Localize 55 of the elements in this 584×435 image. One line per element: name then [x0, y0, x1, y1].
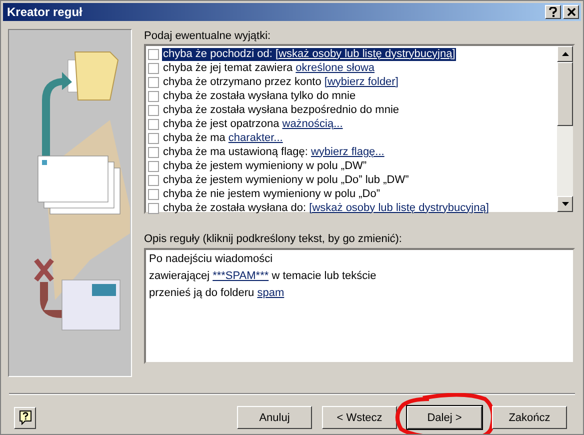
exception-link[interactable]: wybierz flagę...	[310, 146, 384, 158]
question-mark-icon	[549, 7, 557, 17]
exception-item[interactable]: chyba że otrzymano przez konto [wybierz folder]	[162, 76, 400, 88]
exception-item[interactable]: chyba że pochodzi od: [wskaż osoby lub listę dystrybucyjną]	[162, 48, 456, 60]
exception-link[interactable]: ważnością...	[282, 118, 343, 130]
exception-item[interactable]: chyba że jestem wymieniony w polu „DW”	[162, 160, 368, 172]
rule-link[interactable]: spam	[257, 287, 284, 299]
exception-item[interactable]: chyba że jej temat zawiera określone słowa	[162, 62, 376, 74]
scroll-down-button[interactable]	[557, 196, 573, 212]
wizard-button[interactable]: Dalej >	[407, 406, 482, 429]
rule-link[interactable]: ***SPAM***	[212, 270, 269, 282]
exception-item[interactable]: chyba że została wysłana do: [wskaż osoby lub listę dystrybucyjną]	[162, 202, 490, 214]
window-title: Kreator reguł	[7, 5, 82, 19]
rule-description-line: przenieś ją do folderu spam	[149, 286, 286, 301]
exceptions-label: Podaj ewentualne wyjątki:	[144, 29, 272, 43]
checkbox[interactable]	[148, 48, 159, 60]
exception-item[interactable]: chyba że nie jestem wymieniony w polu „Do”	[162, 188, 382, 200]
checkbox[interactable]	[148, 90, 159, 102]
exception-item[interactable]: chyba że jestem wymieniony w polu „Do” lub „DW”	[162, 174, 410, 186]
down-arrow-icon	[562, 202, 568, 206]
close-icon	[566, 8, 576, 16]
exception-item[interactable]: chyba że ma ustawioną flagę: wybierz flagę...	[162, 146, 386, 158]
description-label: Opis reguły (kliknij podkreślony tekst, by go zmienić):	[144, 232, 403, 246]
checkbox[interactable]	[148, 76, 159, 88]
exception-item[interactable]: chyba że została wysłana bezpośrednio do mnie	[162, 104, 400, 116]
rule-description-line: zawierającej ***SPAM*** w temacie lub tekście	[149, 269, 378, 284]
exception-item[interactable]: chyba że ma charakter...	[162, 132, 284, 144]
close-button[interactable]	[563, 5, 579, 19]
exception-link[interactable]: [wybierz folder]	[324, 76, 398, 88]
help-title-button[interactable]	[545, 5, 561, 19]
up-arrow-icon	[562, 52, 568, 56]
checkbox[interactable]	[148, 202, 159, 214]
wizard-button[interactable]: Anuluj	[237, 406, 312, 429]
exception-link[interactable]: [wskaż osoby lub listę dystrybucyjną]	[276, 48, 456, 60]
scroll-up-button[interactable]	[557, 46, 573, 62]
wizard-button[interactable]: Zakończ	[492, 406, 567, 429]
exception-link[interactable]: określone słowa	[296, 62, 375, 74]
exception-item[interactable]: chyba że jest opatrzona ważnością...	[162, 118, 344, 130]
checkbox[interactable]	[148, 174, 159, 186]
checkbox[interactable]	[148, 132, 159, 144]
checkbox[interactable]	[148, 160, 159, 172]
checkbox[interactable]	[148, 104, 159, 116]
scrollbar[interactable]	[557, 46, 573, 212]
exception-item[interactable]: chyba że została wysłana tylko do mnie	[162, 90, 357, 102]
rule-description-line: Po nadejściu wiadomości	[149, 252, 274, 267]
exception-link[interactable]: [wskaż osoby lub listę dystrybucyjną]	[309, 202, 489, 214]
checkbox[interactable]	[148, 146, 159, 158]
checkbox[interactable]	[148, 188, 159, 200]
help-icon	[18, 410, 32, 425]
checkbox[interactable]	[148, 118, 159, 130]
wizard-button[interactable]: < Wstecz	[322, 406, 397, 429]
exception-link[interactable]: charakter...	[228, 132, 283, 144]
scroll-thumb[interactable]	[557, 62, 573, 126]
help-button[interactable]	[14, 406, 36, 428]
checkbox[interactable]	[148, 62, 159, 74]
